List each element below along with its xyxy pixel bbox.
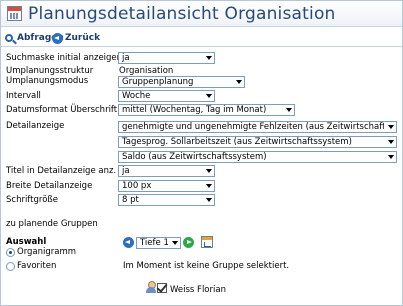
detailanzeige-value-2: Tagesprog. Sollarbeitszeit (aus Zeitwirt… — [122, 137, 352, 147]
suchmaske-select[interactable]: ja — [118, 52, 215, 64]
umplanungsstruktur-label: Umplanungsstruktur — [6, 66, 94, 76]
search-icon — [5, 34, 13, 42]
checkbox-icon[interactable] — [157, 283, 167, 293]
title-bar: Planungsdetailansicht Organisation — [1, 1, 402, 26]
back-arrow-icon — [52, 32, 63, 44]
person-name[interactable]: Weiss Florian — [170, 285, 226, 295]
chevron-down-icon — [169, 238, 180, 248]
chevron-down-icon — [385, 152, 396, 162]
org-tree-icon[interactable] — [201, 236, 213, 248]
detailanzeige-label: Detailanzeige — [6, 121, 65, 131]
gruppen-heading: zu planende Gruppen — [6, 219, 98, 229]
radio-favoriten[interactable] — [6, 262, 15, 271]
detailanzeige-value-1: genehmigte und ungenehmigte Fehlzeiten (… — [122, 122, 384, 132]
status-text: Im Moment ist keine Gruppe selektiert. — [123, 261, 290, 271]
go-arrow-icon[interactable] — [183, 237, 194, 248]
intervall-label: Intervall — [6, 91, 41, 101]
breite-detailanzeige-select[interactable]: 100 px — [118, 180, 215, 192]
breite-detailanzeige-value: 100 px — [122, 181, 152, 191]
chevron-down-icon — [203, 195, 214, 205]
titel-detailanzeige-label: Titel in Detailanzeige anz. — [6, 166, 117, 176]
titel-detailanzeige-select[interactable]: ja — [118, 165, 215, 177]
zurueck-button[interactable]: Zurück — [52, 31, 100, 45]
detailanzeige-select-1[interactable]: genehmigte und ungenehmigte Fehlzeiten (… — [118, 121, 397, 133]
chevron-down-icon — [385, 122, 396, 132]
tiefe-select[interactable]: Tiefe 1 — [136, 237, 181, 249]
breite-detailanzeige-label: Breite Detailanzeige — [6, 181, 93, 191]
tiefe-value: Tiefe 1 — [140, 238, 168, 248]
intervall-value: Woche — [122, 91, 151, 101]
radio-organigramm[interactable] — [6, 248, 15, 257]
umplanungsmodus-label: Umplanungsmodus — [6, 76, 89, 86]
schriftgroesse-value: 8 pt — [122, 195, 139, 205]
chevron-down-icon — [385, 137, 396, 147]
datumsformat-select[interactable]: mittel (Wochentag, Tag im Monat) — [118, 104, 295, 116]
auswahl-label: Auswahl — [6, 237, 47, 247]
favoriten-label[interactable]: Favoriten — [17, 261, 56, 271]
suchmaske-value: ja — [122, 53, 130, 63]
chevron-down-icon — [203, 181, 214, 191]
schriftgroesse-select[interactable]: 8 pt — [118, 194, 215, 206]
calendar-icon — [7, 6, 22, 21]
umplanungsmodus-value: Gruppenplanung — [122, 77, 194, 87]
zurueck-label: Zurück — [65, 33, 101, 43]
detailanzeige-select-3[interactable]: Saldo (aus Zeitwirtschaftssystem) — [118, 151, 397, 163]
datumsformat-value: mittel (Wochentag, Tag im Monat) — [122, 105, 267, 115]
suchmaske-label: Suchmaske initial anzeigen — [6, 53, 123, 63]
datumsformat-label: Datumsformat Überschrift — [6, 105, 118, 115]
back-arrow-icon[interactable] — [123, 237, 134, 248]
chevron-down-icon — [233, 77, 244, 87]
toolbar-divider — [1, 46, 402, 47]
titel-detailanzeige-value: ja — [122, 166, 130, 176]
detailanzeige-value-3: Saldo (aus Zeitwirtschaftssystem) — [122, 152, 267, 162]
umplanungsstruktur-value: Organisation — [119, 66, 174, 76]
title-divider — [1, 26, 402, 27]
intervall-select[interactable]: Woche — [118, 90, 215, 102]
chevron-down-icon — [283, 105, 294, 115]
chevron-down-icon — [203, 166, 214, 176]
chevron-down-icon — [203, 91, 214, 101]
detailanzeige-select-2[interactable]: Tagesprog. Sollarbeitszeit (aus Zeitwirt… — [118, 136, 397, 148]
umplanungsmodus-select[interactable]: Gruppenplanung — [118, 76, 245, 88]
chevron-down-icon — [203, 53, 214, 63]
schriftgroesse-label: Schriftgröße — [6, 195, 58, 205]
organigramm-label[interactable]: Organigramm — [17, 247, 76, 257]
person-icon — [146, 281, 156, 293]
page-title: Planungsdetailansicht Organisation — [28, 4, 336, 24]
